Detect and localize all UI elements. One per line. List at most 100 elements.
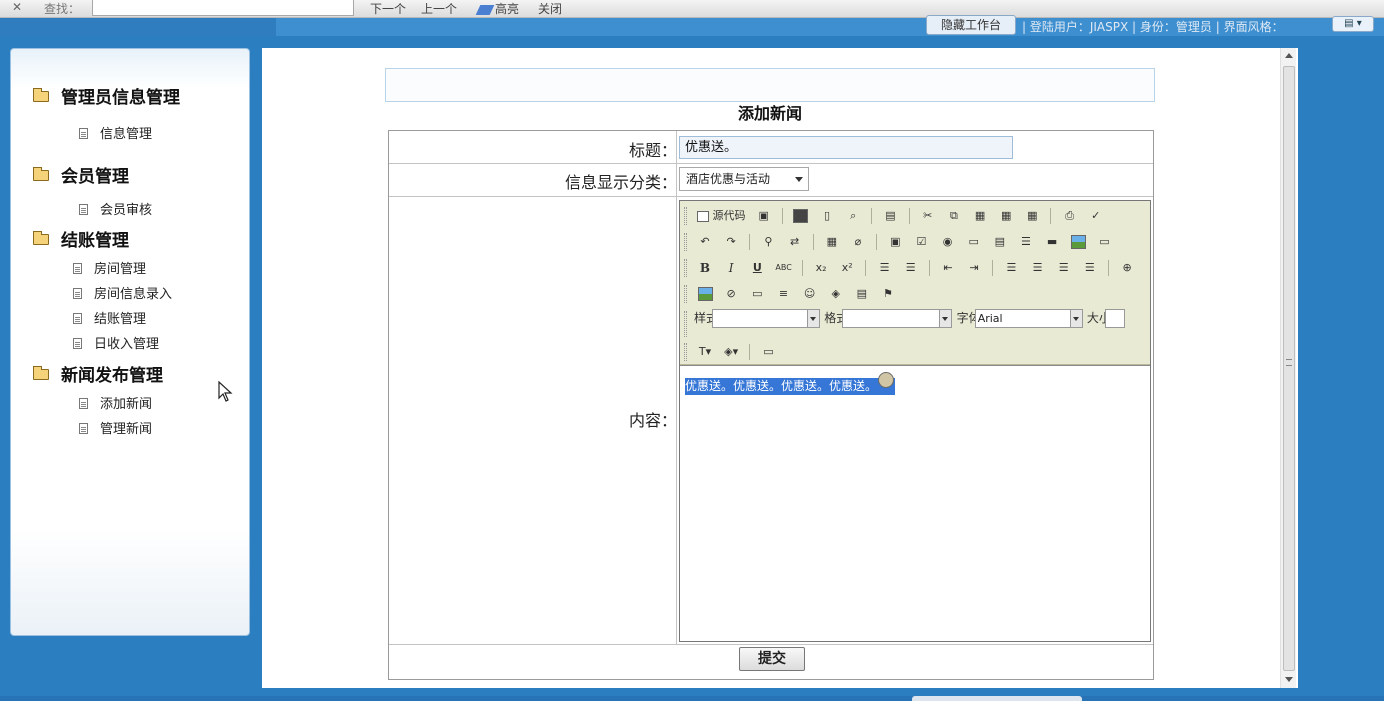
indent-icon[interactable]: ⇥	[966, 259, 982, 277]
undo-icon[interactable]: ↶	[697, 233, 713, 251]
special-char-icon[interactable]: ◈	[828, 285, 844, 303]
sidebar-item-add-news[interactable]: 添加新闻	[79, 393, 152, 412]
replace-icon[interactable]: ⇄	[787, 233, 803, 251]
document-icon	[73, 313, 82, 324]
sidebar-item-daily-income[interactable]: 日收入管理	[73, 333, 159, 352]
sidebar-item-room-manage[interactable]: 房间管理	[73, 258, 146, 277]
title-row: 标题： 优惠送。	[389, 131, 1153, 164]
sidebar-item-info-manage[interactable]: 信息管理	[79, 123, 152, 142]
sidebar-group-admin[interactable]: 管理员信息管理	[33, 83, 180, 108]
radio-icon[interactable]: ◉	[940, 233, 956, 251]
content-label: 内容：	[628, 411, 677, 430]
new-page-icon[interactable]: ▯	[819, 207, 835, 225]
select-all-icon[interactable]: ▦	[824, 233, 840, 251]
outdent-icon[interactable]: ⇤	[940, 259, 956, 277]
source-code-button[interactable]: 源代码	[697, 207, 746, 225]
spellcheck-icon[interactable]: ✓	[1088, 207, 1104, 225]
find-highlight-label: 高亮	[495, 2, 520, 16]
textfield-icon[interactable]: ▭	[966, 233, 982, 251]
redo-icon[interactable]: ↷	[723, 233, 739, 251]
page-break-icon[interactable]: ▤	[854, 285, 870, 303]
maximize-icon[interactable]: ▭	[760, 343, 776, 361]
button-field-icon[interactable]: ▬	[1044, 233, 1060, 251]
align-left-icon[interactable]: ☰	[1003, 259, 1019, 277]
toolbar-row-4: ⊘ ▭ ≡ ☺ ◈ ▤ ⚑	[694, 283, 899, 305]
smiley-icon[interactable]: ☺	[802, 285, 818, 303]
link-icon[interactable]: ⊕	[1119, 259, 1135, 277]
strikethrough-icon[interactable]: ABC	[775, 259, 791, 277]
document-icon	[79, 398, 88, 409]
sidebar-item-manage-news[interactable]: 管理新闻	[79, 418, 152, 437]
format-combo[interactable]	[842, 309, 953, 328]
print-icon[interactable]: ⎙	[1062, 207, 1078, 225]
chevron-down-icon	[1069, 310, 1082, 327]
align-center-icon[interactable]: ☰	[1030, 259, 1046, 277]
toolbar-separator	[749, 234, 751, 250]
find-close-icon[interactable]: ✕	[12, 0, 22, 14]
horizontal-rule-icon[interactable]: ≡	[775, 285, 791, 303]
paste-text-icon[interactable]: ▦	[998, 207, 1014, 225]
remove-format-icon[interactable]: ⌀	[850, 233, 866, 251]
sidebar-item-checkout-manage[interactable]: 结账管理	[73, 308, 146, 327]
bottom-tab[interactable]	[912, 696, 1082, 701]
sidebar-group-news[interactable]: 新闻发布管理	[33, 361, 163, 386]
style-combo[interactable]	[712, 309, 821, 328]
find-icon[interactable]: ⚲	[760, 233, 776, 251]
underline-icon[interactable]: U	[749, 259, 765, 277]
hidden-field-icon[interactable]: ▭	[1096, 233, 1112, 251]
copy-icon[interactable]: ⧉	[946, 207, 962, 225]
submit-button[interactable]: 提交	[739, 647, 805, 671]
sidebar-item-room-entry[interactable]: 房间信息录入	[73, 283, 172, 302]
bold-icon[interactable]: B	[697, 259, 713, 277]
find-next-button[interactable]: 下一个	[370, 0, 406, 17]
find-input[interactable]	[92, 0, 354, 16]
image-button-icon[interactable]	[1070, 233, 1086, 251]
bg-color-icon[interactable]: ◈▾	[723, 343, 739, 361]
save-icon[interactable]: ▣	[756, 207, 772, 225]
paste-icon[interactable]: ▦	[972, 207, 988, 225]
align-justify-icon[interactable]: ☰	[1082, 259, 1098, 277]
text-color-icon[interactable]: T▾	[697, 343, 713, 361]
form-icon[interactable]: ▣	[887, 233, 903, 251]
hide-workbench-button[interactable]: 隐藏工作台	[926, 15, 1016, 35]
image-icon[interactable]	[697, 285, 713, 303]
source-label: 源代码	[712, 209, 746, 222]
sidebar-group-member[interactable]: 会员管理	[33, 162, 129, 187]
skin-select-button[interactable]: ▤ ▾	[1332, 16, 1374, 32]
unordered-list-icon[interactable]: ☰	[903, 259, 919, 277]
find-prev-button[interactable]: 上一个	[421, 0, 457, 17]
preview-icon[interactable]: ⌕	[845, 207, 861, 225]
scroll-thumb[interactable]	[1283, 66, 1295, 671]
category-select[interactable]: 酒店优惠与活动	[679, 167, 809, 191]
scroll-down-icon[interactable]	[1285, 677, 1293, 682]
italic-icon[interactable]: I	[723, 259, 739, 277]
floppy-icon[interactable]	[793, 207, 809, 225]
cut-icon[interactable]: ✂	[920, 207, 936, 225]
sidebar-group-label: 会员管理	[61, 167, 129, 187]
checkbox-icon[interactable]: ☑	[913, 233, 929, 251]
ordered-list-icon[interactable]: ☰	[877, 259, 893, 277]
editor-selected-text[interactable]: 优惠送。优惠送。优惠送。优惠送。	[685, 372, 896, 395]
font-combo[interactable]: Arial	[974, 309, 1083, 328]
vertical-scrollbar[interactable]	[1280, 48, 1296, 688]
sidebar-group-checkout[interactable]: 结账管理	[33, 226, 129, 251]
size-combo[interactable]	[1104, 309, 1125, 328]
superscript-icon[interactable]: x²	[839, 259, 855, 277]
flag-icon[interactable]: ⚑	[880, 285, 896, 303]
title-input[interactable]: 优惠送。	[679, 136, 1013, 159]
subscript-icon[interactable]: x₂	[813, 259, 829, 277]
template-icon[interactable]: ▤	[882, 207, 898, 225]
source-icon	[697, 210, 709, 222]
align-right-icon[interactable]: ☰	[1056, 259, 1072, 277]
find-highlight-button[interactable]: 高亮	[475, 0, 520, 17]
flash-icon[interactable]: ⊘	[723, 285, 739, 303]
find-close-button[interactable]: 关闭	[538, 0, 562, 17]
select-field-icon[interactable]: ☰	[1018, 233, 1034, 251]
find-label: 查找：	[44, 2, 81, 16]
editor-content-area[interactable]: 优惠送。优惠送。优惠送。优惠送。	[680, 365, 1150, 641]
scroll-up-icon[interactable]	[1285, 53, 1293, 58]
sidebar-item-member-review[interactable]: 会员审核	[79, 199, 152, 218]
table-icon[interactable]: ▭	[749, 285, 765, 303]
paste-word-icon[interactable]: ▦	[1024, 207, 1040, 225]
textarea-icon[interactable]: ▤	[992, 233, 1008, 251]
